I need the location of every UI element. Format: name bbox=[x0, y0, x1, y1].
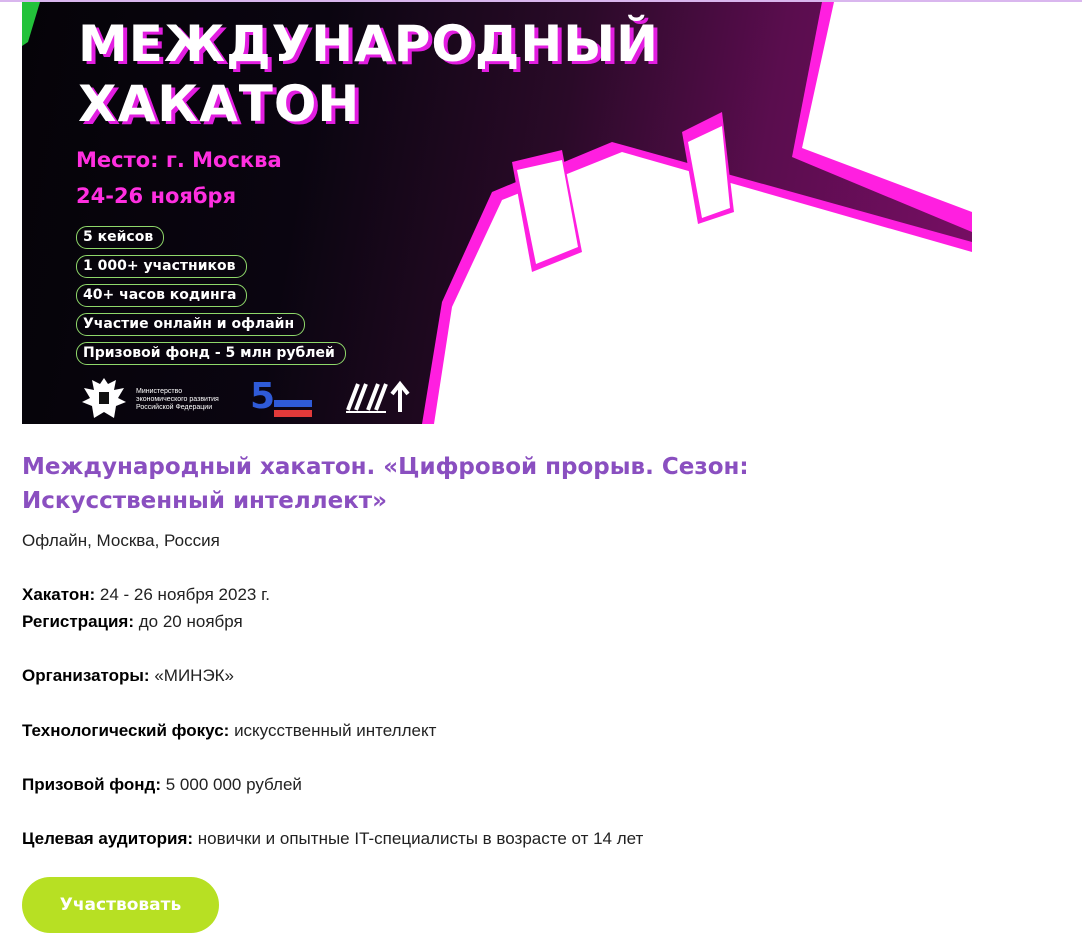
hackathon-dates: Хакатон: 24 - 26 ноября 2023 г. bbox=[22, 585, 270, 605]
platform-logo-mark: 5 bbox=[250, 376, 276, 417]
prize-fund: Призовой фонд: 5 000 000 рублей bbox=[22, 775, 302, 795]
banner-pill: Участие онлайн и офлайн bbox=[76, 313, 306, 336]
banner-pill: 5 кейсов bbox=[76, 226, 165, 249]
banner-pill: 1 000+ участников bbox=[76, 255, 247, 278]
eagle-emblem-icon bbox=[82, 378, 126, 418]
event-title[interactable]: Международный хакатон. «Цифровой прорыв.… bbox=[22, 450, 802, 518]
banner-dates: 24-26 ноября bbox=[76, 184, 237, 208]
platform-logo: 5 bbox=[246, 376, 316, 424]
banner-pill: Призовой фонд - 5 млн рублей bbox=[76, 342, 346, 365]
field-value: до 20 ноября bbox=[138, 612, 243, 631]
event-format-location: Офлайн, Москва, Россия bbox=[22, 531, 220, 550]
ai-logo-icon bbox=[346, 380, 410, 413]
banner-pill: 40+ часов кодинга bbox=[76, 284, 248, 307]
banner-place: Место: г. Москва bbox=[76, 148, 282, 172]
ministry-logo-text: Министерство экономического развития Рос… bbox=[136, 388, 219, 411]
field-label: Целевая аудитория: bbox=[22, 829, 194, 848]
field-label: Организаторы: bbox=[22, 666, 150, 685]
banner-pills: 5 кейсов 1 000+ участников 40+ часов код… bbox=[76, 226, 346, 371]
event-banner-image: МЕЖДУНАРОДНЫЙ ХАКАТОН Место: г. Москва 2… bbox=[22, 2, 972, 424]
field-value: 24 - 26 ноября 2023 г. bbox=[99, 585, 270, 604]
field-label: Технологический фокус: bbox=[22, 721, 230, 740]
field-value: искусственный интеллект bbox=[234, 721, 437, 740]
ministry-logo: Министерство экономического развития Рос… bbox=[78, 374, 228, 424]
technology-focus: Технологический фокус: искусственный инт… bbox=[22, 721, 436, 741]
participate-button[interactable]: Участвовать bbox=[22, 877, 219, 933]
field-label: Призовой фонд: bbox=[22, 775, 162, 794]
organizers: Организаторы: «МИНЭК» bbox=[22, 666, 234, 686]
target-audience: Целевая аудитория: новички и опытные IT-… bbox=[22, 829, 643, 849]
banner-title-line2: ХАКАТОН bbox=[78, 75, 361, 133]
banner-title-line1: МЕЖДУНАРОДНЫЙ bbox=[78, 15, 659, 73]
banner-title: МЕЖДУНАРОДНЫЙ ХАКАТОН bbox=[78, 14, 659, 134]
field-value: «МИНЭК» bbox=[154, 666, 235, 685]
registration-deadline: Регистрация: до 20 ноября bbox=[22, 612, 243, 632]
field-value: 5 000 000 рублей bbox=[165, 775, 302, 794]
field-value: новички и опытные IT-специалисты в возра… bbox=[197, 829, 644, 848]
field-label: Хакатон: bbox=[22, 585, 96, 604]
field-label: Регистрация: bbox=[22, 612, 135, 631]
